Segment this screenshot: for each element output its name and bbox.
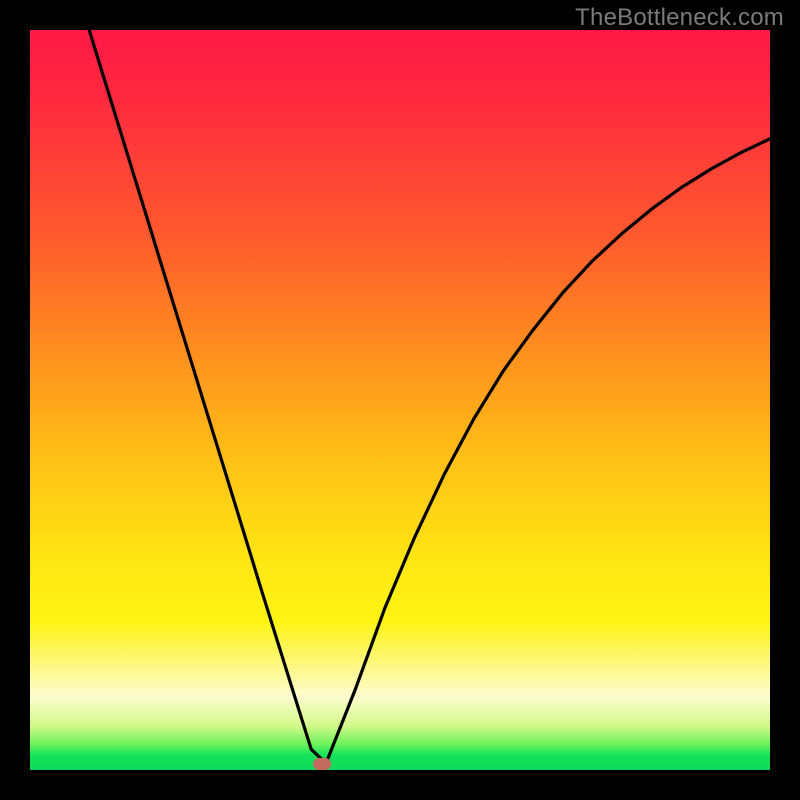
curve-svg [30, 30, 770, 770]
chart-frame: TheBottleneck.com [0, 0, 800, 800]
watermark-text: TheBottleneck.com [575, 4, 784, 32]
plot-area [30, 30, 770, 770]
optimum-marker [313, 758, 331, 770]
curve-path [89, 30, 770, 763]
